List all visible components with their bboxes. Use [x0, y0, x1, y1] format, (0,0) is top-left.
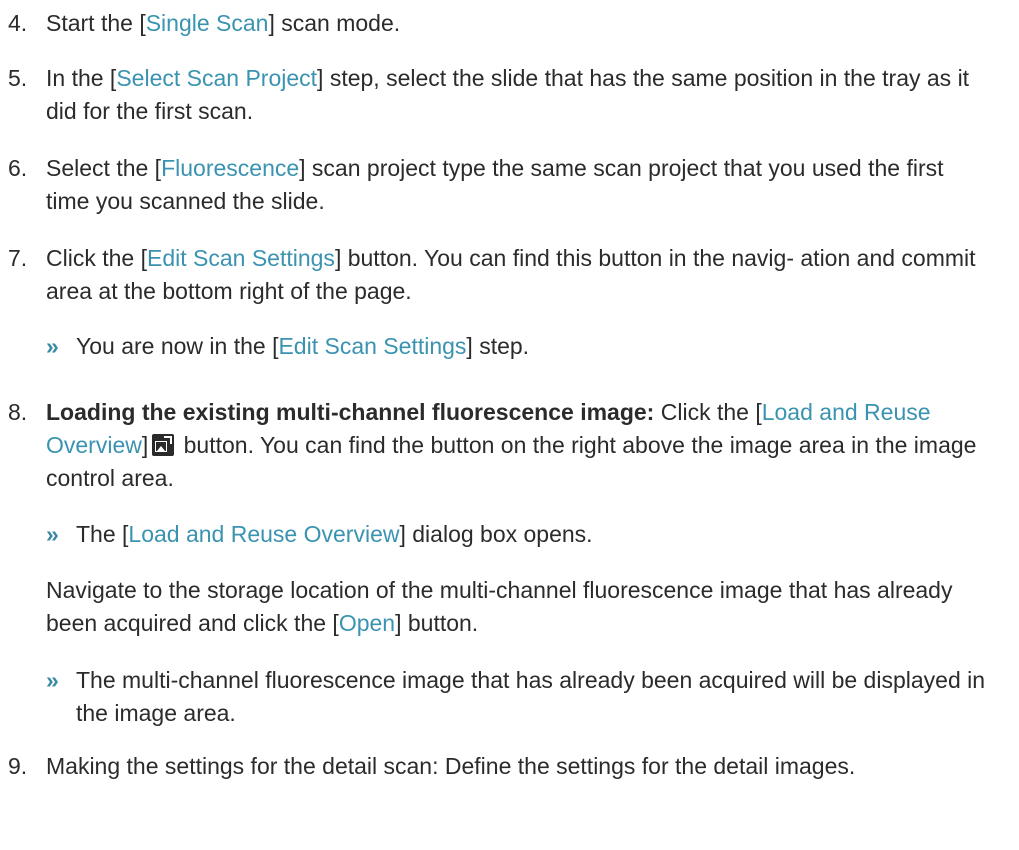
step-number: 9. [8, 753, 28, 779]
step-6: 6. Select the [Fluorescence] scan projec… [8, 152, 993, 218]
result-text-post: ] dialog box opens. [399, 521, 593, 547]
step-text-pre: Click the [ [654, 399, 762, 425]
result-marker-icon: » [46, 333, 59, 359]
step-4: 4. Start the [Single Scan] scan mode. [8, 7, 993, 40]
step-heading: Loading the existing multi-channel fluor… [46, 399, 655, 425]
step-text-pre: Click the [ [46, 245, 147, 271]
step-text-post: button. You can find the button on the r… [46, 432, 977, 491]
step-8: 8. Loading the existing multi-channel fl… [8, 396, 993, 495]
step-text: Start the [Single Scan] scan mode. [46, 7, 993, 40]
step-8-paragraph: Navigate to the storage location of the … [46, 574, 1006, 640]
ui-reference-edit-scan-settings: Edit Scan Settings [146, 245, 335, 271]
step-text: Select the [Fluorescence] scan project t… [46, 152, 993, 218]
load-reuse-overview-icon [152, 434, 175, 456]
step-number: 8. [8, 399, 28, 425]
step-text: In the [Select Scan Project] step, selec… [46, 62, 993, 128]
result-text: The multi-channel fluorescence image tha… [76, 667, 986, 726]
result-marker-icon: » [46, 521, 59, 547]
step-8-result-2: » The multi-channel fluorescence image t… [46, 664, 1006, 730]
result-text-post: ] step. [466, 333, 530, 359]
step-number: 6. [8, 155, 28, 181]
text-bracket: ] [141, 432, 149, 458]
paragraph-text-post: ] button. [395, 610, 479, 636]
step-text-post: ] scan mode. [268, 10, 401, 36]
result-text-pre: You are now in the [ [76, 333, 279, 359]
ui-reference-single-scan: Single Scan [145, 10, 269, 36]
step-text-pre: Select the [ [46, 155, 162, 181]
ui-reference-load-and-reuse-overview: Load and Reuse Overview [128, 521, 400, 547]
step-number: 4. [8, 10, 28, 36]
step-5: 5. In the [Select Scan Project] step, se… [8, 62, 993, 128]
step-7: 7. Click the [Edit Scan Settings] button… [8, 242, 993, 308]
step-9: 9. Making the settings for the detail sc… [8, 750, 993, 783]
step-text-pre: In the [ [46, 65, 117, 91]
result-text: The [Load and Reuse Overview] dialog box… [76, 518, 1006, 551]
step-text: Making the settings for the detail scan:… [46, 753, 856, 779]
ui-reference-fluorescence: Fluorescence [161, 155, 300, 181]
ui-reference-select-scan-project: Select Scan Project [116, 65, 318, 91]
step-text: Loading the existing multi-channel fluor… [46, 396, 993, 495]
document-page: 4. Start the [Single Scan] scan mode. 5.… [0, 0, 1019, 850]
ui-reference-open: Open [338, 610, 396, 636]
step-7-result: » You are now in the [Edit Scan Settings… [46, 330, 1006, 363]
step-number: 5. [8, 65, 28, 91]
step-text: Click the [Edit Scan Settings] button. Y… [46, 242, 993, 308]
paragraph-text-pre: Navigate to the storage location of the … [46, 577, 953, 636]
step-8-result: » The [Load and Reuse Overview] dialog b… [46, 518, 1006, 551]
step-number: 7. [8, 245, 28, 271]
result-text: You are now in the [Edit Scan Settings] … [76, 330, 1006, 363]
result-marker-icon: » [46, 667, 59, 693]
result-text-pre: The [ [76, 521, 129, 547]
step-text-pre: Start the [ [46, 10, 146, 36]
ui-reference-edit-scan-settings: Edit Scan Settings [278, 333, 467, 359]
